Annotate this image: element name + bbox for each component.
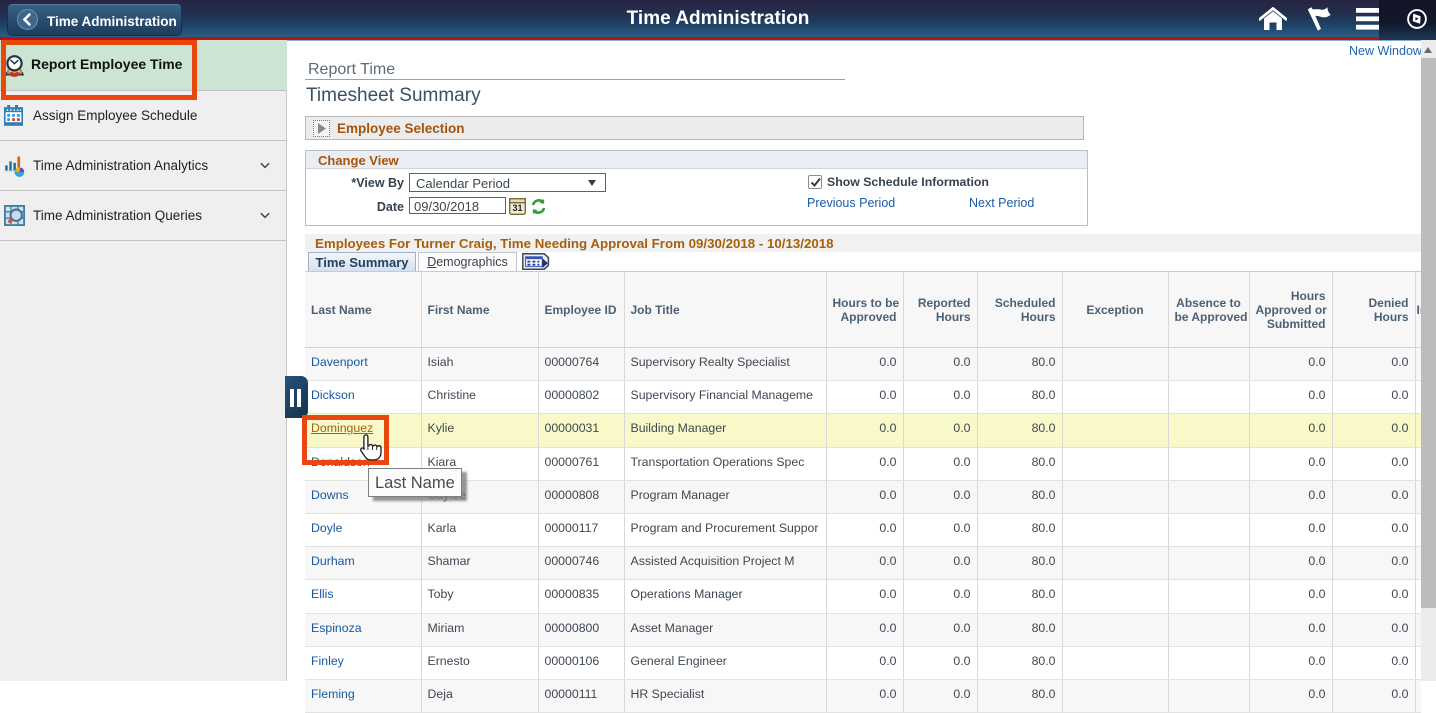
svg-text:31: 31 [512, 203, 522, 213]
